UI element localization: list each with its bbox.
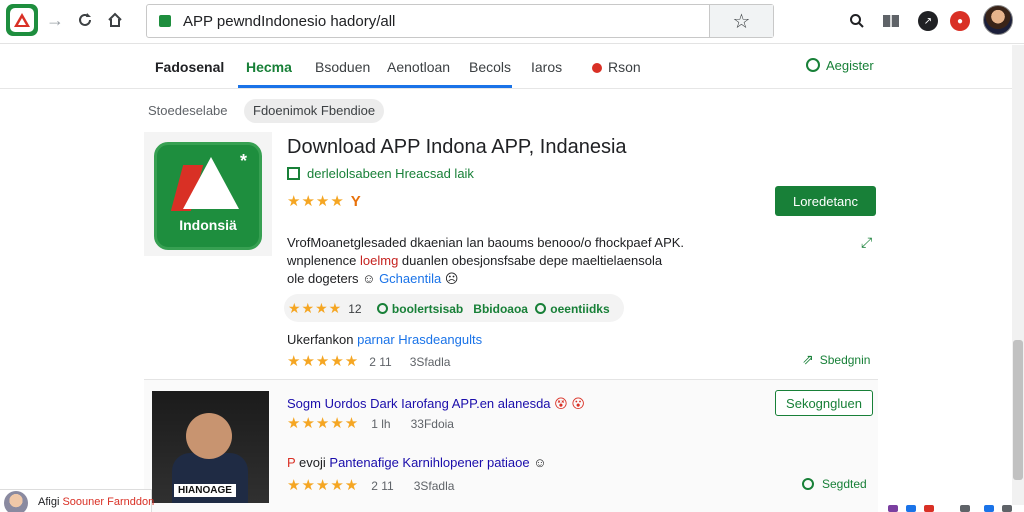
stats-stars: ★★★★ xyxy=(288,300,343,316)
tray-app-icon-1[interactable] xyxy=(888,505,898,512)
tab-6[interactable]: Rson xyxy=(592,59,641,75)
sub-heading: Ukerfankon parnar Hrasdeangults xyxy=(287,332,483,347)
tab-5[interactable]: Iaros xyxy=(531,59,562,75)
check-icon xyxy=(287,167,300,180)
rating-stars: ★★★★ xyxy=(287,193,345,210)
site-navigation: Fadosenal Hecma Bsoduen Aenotloan Becols… xyxy=(0,45,1012,89)
face-icon: ☹ xyxy=(444,271,459,286)
notification-avatar xyxy=(4,491,28,512)
tab-home[interactable]: Hecma xyxy=(246,59,292,75)
tray-app-icon-4[interactable] xyxy=(960,505,970,512)
download-button[interactable]: Loredetanc xyxy=(775,186,876,216)
sub-meta: ★★★★★ 2 11 3Sfadla xyxy=(287,353,451,370)
stats-count: 12 xyxy=(348,302,362,316)
tray-app-icon-3[interactable] xyxy=(924,505,934,512)
description-line-3: ole dogeters ☺ Gchaentila ☹ xyxy=(287,271,459,286)
reader-icon[interactable] xyxy=(881,11,901,31)
emoji-icon: 😵 😮 xyxy=(554,396,585,411)
register-link[interactable]: Aegister xyxy=(806,58,874,73)
smile-icon: ☺ xyxy=(533,455,547,470)
secure-lock-icon xyxy=(159,15,171,27)
page-title: Download APP Indona APP, Indanesia xyxy=(287,136,627,158)
verified-text: derlelolsabeen Hreacsad laik xyxy=(307,166,474,181)
notification-text: Afigi Soouner Farnddon xyxy=(38,496,155,508)
description-link[interactable]: Gchaentila xyxy=(375,271,441,286)
breadcrumb[interactable]: Stoedeselabe xyxy=(148,103,228,118)
app-icon[interactable]: * Indonsiä xyxy=(154,142,262,250)
notification-icon[interactable]: ● xyxy=(950,11,970,31)
profile-avatar[interactable] xyxy=(983,5,1013,35)
stats-item-2[interactable]: Bbidoaoa xyxy=(473,302,528,316)
address-bar[interactable]: APP pewndIndonesio hadory/all ☆ xyxy=(146,4,774,38)
video-sub: P evoji Pantenafige Karnihlopener patiao… xyxy=(287,455,547,470)
description-line-2: wnplenence loelmg duanlen obesjonsfsabe … xyxy=(287,253,663,268)
tab-4[interactable]: Becols xyxy=(469,59,511,75)
tab-2[interactable]: Bsoduen xyxy=(315,59,370,75)
register-icon xyxy=(806,58,820,72)
circle-icon xyxy=(802,478,814,490)
url-text[interactable]: APP pewndIndonesio hadory/all xyxy=(183,13,723,30)
reload-icon[interactable] xyxy=(74,9,96,31)
stats-pill: ★★★★ 12 boolertsisab Bbidoaoa oeentiidks xyxy=(284,294,624,322)
category-chip[interactable]: Fdoenimok Fbendioe xyxy=(244,99,385,123)
app-description: VrofMoanetglesaded dkaenian lan baoums b… xyxy=(287,234,687,288)
notification-toast[interactable]: Afigi Soouner Farnddon xyxy=(0,489,155,512)
browser-toolbar: → APP pewndIndonesio hadory/all ☆ ↗ ● xyxy=(0,0,1024,44)
thumbnail-caption: HIANOAGE xyxy=(174,484,236,497)
register-label: Aegister xyxy=(826,58,874,73)
video-meta: ★★★★★ 1 lh 33Fdoia xyxy=(287,415,454,432)
share-arrow-icon[interactable]: ⤢ xyxy=(861,234,872,251)
active-tab-underline xyxy=(238,85,512,88)
stats-item-1[interactable]: boolertsisab xyxy=(392,302,463,316)
alert-badge-icon xyxy=(592,63,602,73)
app-icon-container: * Indonsiä xyxy=(144,132,272,256)
sub-heading-link[interactable]: parnar Hrasdeangults xyxy=(357,332,482,347)
video-title[interactable]: Sogm Uordos Dark Iarofang APP.en alanesd… xyxy=(287,396,585,412)
app-logo-icon[interactable] xyxy=(6,4,38,36)
bookmark-icon xyxy=(376,303,388,314)
home-icon[interactable] xyxy=(104,9,126,31)
tray-app-icon-5[interactable] xyxy=(984,505,994,512)
video-card: HIANOAGE Sogm Uordos Dark Iarofang APP.e… xyxy=(144,380,878,512)
app-card: * Indonsiä Download APP Indona APP, Inda… xyxy=(144,132,878,372)
site-brand[interactable]: Fadosenal xyxy=(155,59,224,75)
tray-app-icon-6[interactable] xyxy=(1002,505,1012,512)
extension-icon[interactable]: ↗ xyxy=(918,11,938,31)
side-link-1[interactable]: ⇗ Sbedgnin xyxy=(802,351,870,368)
description-line-1: VrofMoanetglesaded dkaenian lan baoums b… xyxy=(287,235,685,250)
rating-extra: Y xyxy=(350,193,362,210)
app-icon-label: Indonsiä xyxy=(179,217,237,233)
tab-3[interactable]: Aenotloan xyxy=(387,59,450,75)
secondary-button[interactable]: Sekogngluen xyxy=(775,390,873,416)
video-thumbnail[interactable]: HIANOAGE xyxy=(152,391,269,503)
video-sub-link[interactable]: Pantenafige Karnihlopener patiaoe xyxy=(329,455,529,470)
arrow-right-icon[interactable]: → xyxy=(44,9,66,31)
search-icon[interactable] xyxy=(847,11,867,31)
smile-icon: ☺ xyxy=(362,271,376,286)
verified-badge: derlelolsabeen Hreacsad laik xyxy=(287,166,474,181)
external-link-icon: ⇗ xyxy=(802,351,814,367)
scrollbar-thumb[interactable] xyxy=(1013,340,1023,480)
star-icon[interactable]: ☆ xyxy=(709,5,773,37)
stats-item-3[interactable]: oeentiidks xyxy=(550,302,609,316)
video-meta-2: ★★★★★ 2 11 3Sfadla xyxy=(287,477,455,494)
tray-app-icon-2[interactable] xyxy=(906,505,916,512)
side-link-2[interactable]: Segdted xyxy=(802,477,867,491)
rating: ★★★★ Y xyxy=(287,192,362,210)
tab-6-label: Rson xyxy=(608,59,641,75)
shield-icon xyxy=(535,303,547,314)
